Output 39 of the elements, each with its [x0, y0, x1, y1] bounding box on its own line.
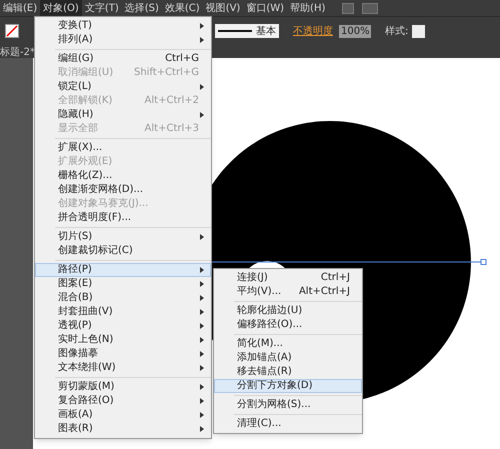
menu-item[interactable]: 分割为网格(S)... — [214, 398, 362, 412]
menu-item[interactable]: 偏移路径(O)... — [214, 318, 362, 332]
menu-bar-item[interactable]: 选择(S) — [122, 0, 162, 16]
menu-item[interactable]: 封套扭曲(V) — [35, 305, 211, 319]
menu-item[interactable]: 移去锚点(R) — [214, 365, 362, 379]
stroke-profile-dropdown[interactable]: 基本 — [215, 24, 279, 38]
menu-item[interactable]: 创建裁切标记(C) — [35, 244, 211, 258]
menu-item[interactable]: 平均(V)... Alt+Ctrl+J — [214, 285, 362, 299]
menu-item[interactable]: 排列(A) — [35, 33, 211, 47]
menu-item[interactable]: 栅格化(Z)... — [35, 169, 211, 183]
menu-item[interactable]: 复合路径(O) — [35, 394, 211, 408]
menu-item[interactable]: 连接(J) Ctrl+J — [214, 271, 362, 285]
menu-bar-item[interactable]: 帮助(H) — [287, 0, 328, 16]
document-tab[interactable]: 标题-2* — [0, 48, 35, 58]
menu-bar-item[interactable]: 视图(V) — [202, 0, 244, 16]
style-swatch[interactable] — [412, 24, 426, 38]
menu-bar-item[interactable]: 窗口(W) — [243, 0, 288, 16]
opacity-label[interactable]: 不透明度 — [293, 24, 333, 38]
menu-item[interactable]: 编组(G) Ctrl+G — [35, 52, 211, 66]
menu-item[interactable]: 画板(A) — [35, 408, 211, 422]
menu-item[interactable]: 隐藏(H) — [35, 108, 211, 122]
opacity-field[interactable]: 100% — [339, 24, 371, 38]
menu-item[interactable]: 切片(S) — [35, 230, 211, 244]
menu-item[interactable]: 清理(C)... — [214, 417, 362, 431]
menu-item[interactable]: 混合(B) — [35, 291, 211, 305]
menu-bar-item[interactable]: 对象(O) — [40, 0, 82, 16]
menu-item[interactable]: 图表(R) — [35, 422, 211, 436]
menu-item[interactable]: 路径(P) — [35, 263, 211, 277]
menu-bar-item[interactable]: 文字(T) — [82, 0, 122, 16]
menu-item[interactable]: 添加锚点(A) — [214, 351, 362, 365]
menu-item[interactable]: 图像描摹 — [35, 347, 211, 361]
menu-bar-item[interactable]: 效果(C) — [162, 0, 203, 16]
menu-item[interactable]: 简化(M)... — [214, 337, 362, 351]
menu-item[interactable]: 透视(P) — [35, 319, 211, 333]
stroke-swatch-icon[interactable] — [5, 24, 19, 38]
screen-mode-icon[interactable] — [342, 2, 354, 14]
workspace-layout-icon[interactable] — [362, 2, 378, 14]
menu-bar-item[interactable]: 编辑(E) — [0, 0, 40, 16]
style-label: 样式: — [385, 24, 408, 38]
